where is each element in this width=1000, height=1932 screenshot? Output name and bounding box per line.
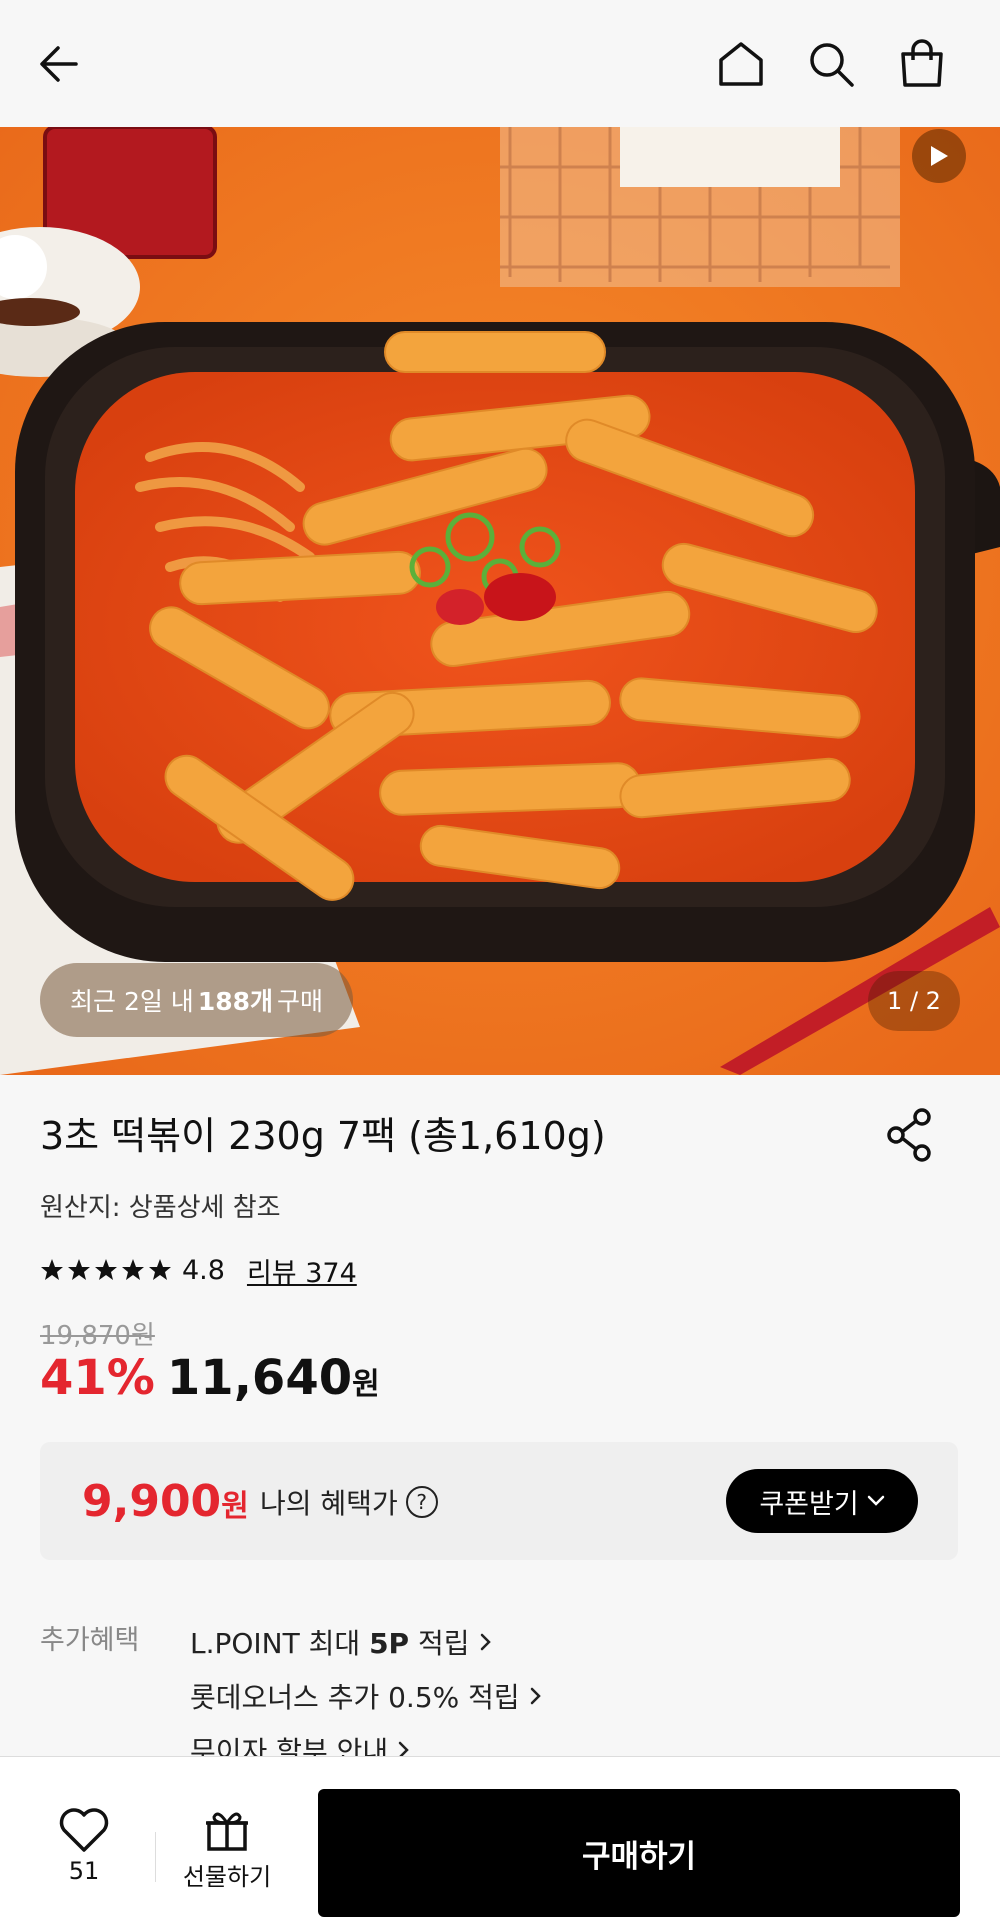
gift-button[interactable]: 선물하기 bbox=[172, 1807, 282, 1892]
home-icon[interactable] bbox=[707, 30, 775, 98]
recent-count: 188개 bbox=[197, 987, 273, 1016]
heart-icon bbox=[59, 1808, 109, 1852]
chevron-down-icon bbox=[867, 1495, 884, 1506]
bottom-bar: 51 선물하기 구매하기 bbox=[0, 1756, 1000, 1932]
star-icon bbox=[41, 1259, 63, 1280]
extra-item-text: L.POINT 최대 5P 적립 bbox=[190, 1627, 470, 1660]
extra-benefit-label: 추가혜택 bbox=[40, 1625, 140, 1656]
recent-suffix: 구매 bbox=[277, 987, 324, 1016]
original-price: 19,870원 bbox=[40, 1321, 155, 1351]
product-image[interactable]: 최근 2일 내 188개 구매 1 / 2 bbox=[0, 127, 1000, 1075]
rating-stars bbox=[40, 1258, 172, 1282]
origin-text: 원산지: 상품상세 참조 bbox=[40, 1193, 281, 1223]
extra-benefit-lotte-owners[interactable]: 롯데오너스 추가 0.5% 적립 bbox=[190, 1669, 542, 1723]
benefit-label: 나의 혜택가 bbox=[260, 1487, 398, 1520]
review-link[interactable]: 리뷰 374 bbox=[247, 1251, 357, 1290]
rating-row: 4.8 리뷰 374 bbox=[40, 1250, 357, 1290]
play-icon bbox=[931, 146, 948, 166]
image-pager: 1 / 2 bbox=[868, 971, 960, 1031]
sale-price: 11,640 bbox=[166, 1350, 353, 1406]
recent-prefix: 최근 2일 내 bbox=[70, 987, 194, 1016]
extra-item-text: 롯데오너스 추가 0.5% 적립 bbox=[190, 1681, 520, 1714]
benefit-price: 9,900 원 bbox=[82, 1476, 249, 1527]
benefit-label-row: 나의 혜택가 ? bbox=[260, 1482, 438, 1522]
rating-value: 4.8 bbox=[182, 1254, 225, 1286]
tteokbokki-photo bbox=[0, 127, 1000, 1075]
chevron-right-icon bbox=[530, 1687, 541, 1705]
star-icon bbox=[68, 1259, 90, 1280]
divider bbox=[155, 1832, 156, 1882]
coupon-button[interactable]: 쿠폰받기 bbox=[726, 1469, 918, 1533]
coupon-button-label: 쿠폰받기 bbox=[759, 1488, 859, 1520]
like-count: 51 bbox=[68, 1857, 100, 1885]
search-icon[interactable] bbox=[797, 30, 865, 98]
chevron-right-icon bbox=[480, 1633, 491, 1651]
benefit-box: 9,900 원 나의 혜택가 ? 쿠폰받기 bbox=[40, 1442, 958, 1560]
product-title: 3초 떡볶이 230g 7팩 (총1,610g) bbox=[40, 1114, 606, 1158]
shopping-bag-icon[interactable] bbox=[888, 30, 956, 98]
recent-purchase-badge: 최근 2일 내 188개 구매 bbox=[40, 963, 354, 1037]
video-play-button[interactable] bbox=[912, 129, 966, 183]
back-arrow-icon[interactable] bbox=[26, 30, 94, 98]
benefit-price-value: 9,900 bbox=[82, 1476, 222, 1527]
price-unit: 원 bbox=[352, 1367, 380, 1402]
top-bar bbox=[0, 0, 1000, 127]
star-icon bbox=[95, 1259, 117, 1280]
buy-button[interactable]: 구매하기 bbox=[318, 1789, 960, 1917]
discount-rate: 41% bbox=[40, 1350, 155, 1406]
extra-benefit-list: L.POINT 최대 5P 적립 롯데오너스 추가 0.5% 적립 무이자 할부… bbox=[190, 1615, 542, 1777]
extra-benefit-lpoint[interactable]: L.POINT 최대 5P 적립 bbox=[190, 1615, 542, 1669]
help-icon[interactable]: ? bbox=[405, 1486, 438, 1518]
gift-label: 선물하기 bbox=[182, 1863, 272, 1891]
title-row: 3초 떡볶이 230g 7팩 (총1,610g) bbox=[40, 1105, 960, 1160]
like-button[interactable]: 51 bbox=[44, 1807, 124, 1885]
gift-icon bbox=[206, 1812, 248, 1851]
benefit-price-unit: 원 bbox=[221, 1489, 249, 1524]
share-icon[interactable] bbox=[880, 1105, 940, 1165]
star-icon bbox=[149, 1259, 171, 1280]
star-icon bbox=[122, 1259, 144, 1280]
price-row: 41% 11,640 원 bbox=[40, 1350, 380, 1406]
